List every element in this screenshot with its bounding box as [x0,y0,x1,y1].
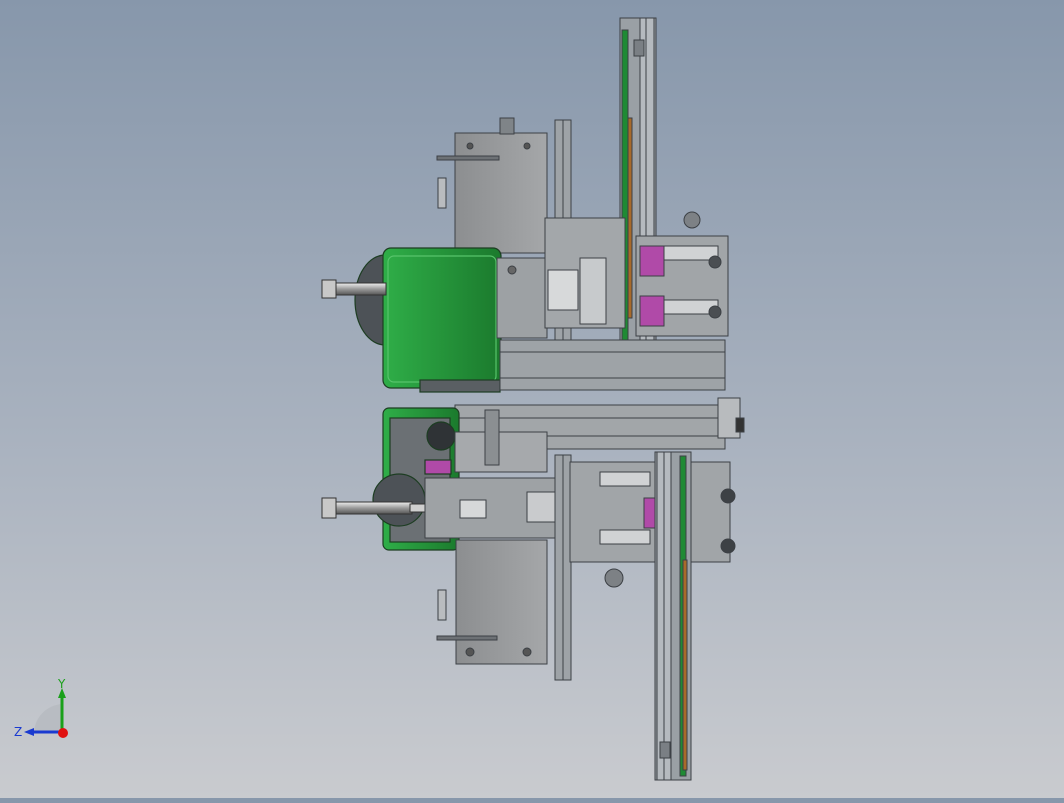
x-axis-dot [58,728,68,738]
upper-green-motor [354,247,502,393]
lower-vertical-rail [654,451,692,781]
lower-clamp-cluster [569,461,736,588]
upper-shaft [321,279,387,299]
cad-graphics-area[interactable] [0,0,1064,798]
y-axis-label: Y [57,677,66,691]
z-axis-arrowhead [24,728,34,736]
coordinate-triad: Y Z [10,676,80,746]
z-axis-label: Z [14,725,22,739]
assembly-model[interactable] [0,0,1064,798]
triad-arc [34,704,62,732]
